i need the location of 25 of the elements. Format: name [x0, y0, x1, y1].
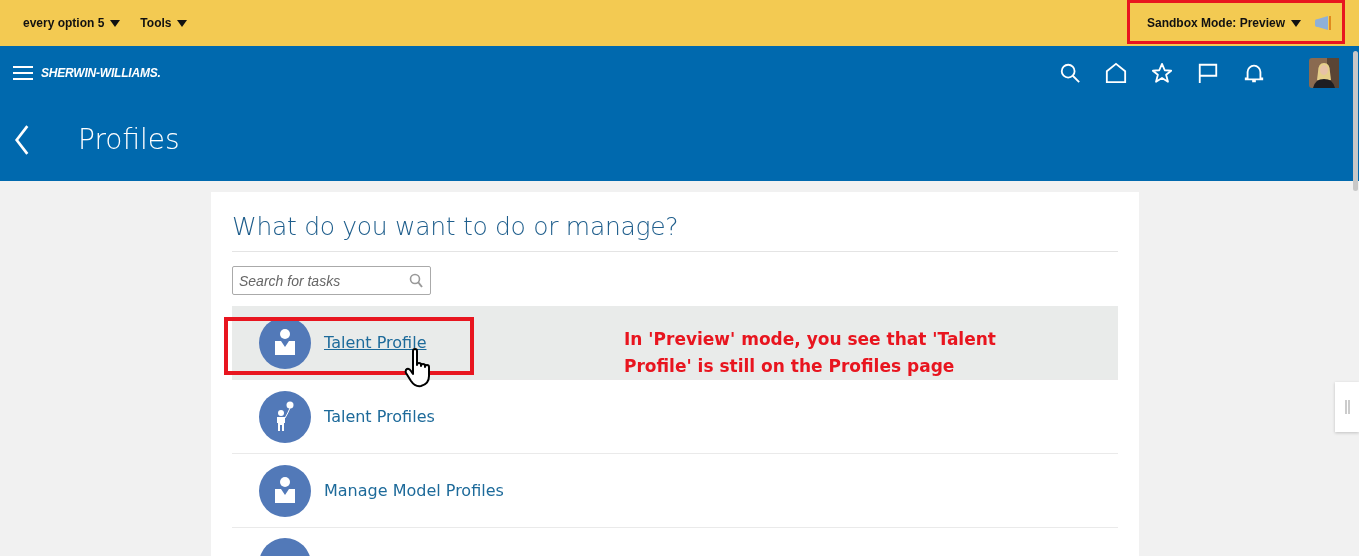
- task-item[interactable]: Manage Model Profiles: [232, 454, 1118, 528]
- star-icon[interactable]: [1151, 62, 1173, 84]
- caret-icon: [177, 19, 188, 27]
- menu-icon[interactable]: [13, 65, 33, 81]
- annotation-text: In 'Preview' mode, you see that 'Talent Profile' is still on the Profiles page: [624, 328, 997, 378]
- menu-dropdown[interactable]: Tools: [140, 14, 188, 32]
- caret-icon: [1291, 19, 1301, 27]
- search-icon[interactable]: [1059, 62, 1081, 84]
- page-heading: What do you want to do or manage?: [232, 212, 1118, 252]
- child-balloon-icon: [259, 390, 311, 443]
- search-field[interactable]: Search for tasks: [232, 266, 431, 295]
- sandbox-mode-dropdown[interactable]: Sandbox Mode: Preview: [1146, 14, 1301, 32]
- panel-handle[interactable]: [1335, 382, 1359, 432]
- task-item[interactable]: Talent Profiles: [232, 380, 1118, 454]
- home-icon[interactable]: [1105, 62, 1127, 84]
- caret-icon: [110, 19, 121, 27]
- page-title: Profiles: [78, 123, 180, 156]
- back-icon[interactable]: [14, 123, 30, 156]
- menu-dropdown[interactable]: every option 5: [23, 14, 121, 32]
- scrollbar[interactable]: [1353, 51, 1358, 191]
- bell-icon[interactable]: [1243, 62, 1265, 84]
- flag-icon[interactable]: [1197, 62, 1219, 84]
- person-icon: [259, 464, 311, 517]
- brand-logo[interactable]: SHERWIN-WILLIAMS.: [41, 66, 161, 80]
- search-icon: [409, 273, 425, 289]
